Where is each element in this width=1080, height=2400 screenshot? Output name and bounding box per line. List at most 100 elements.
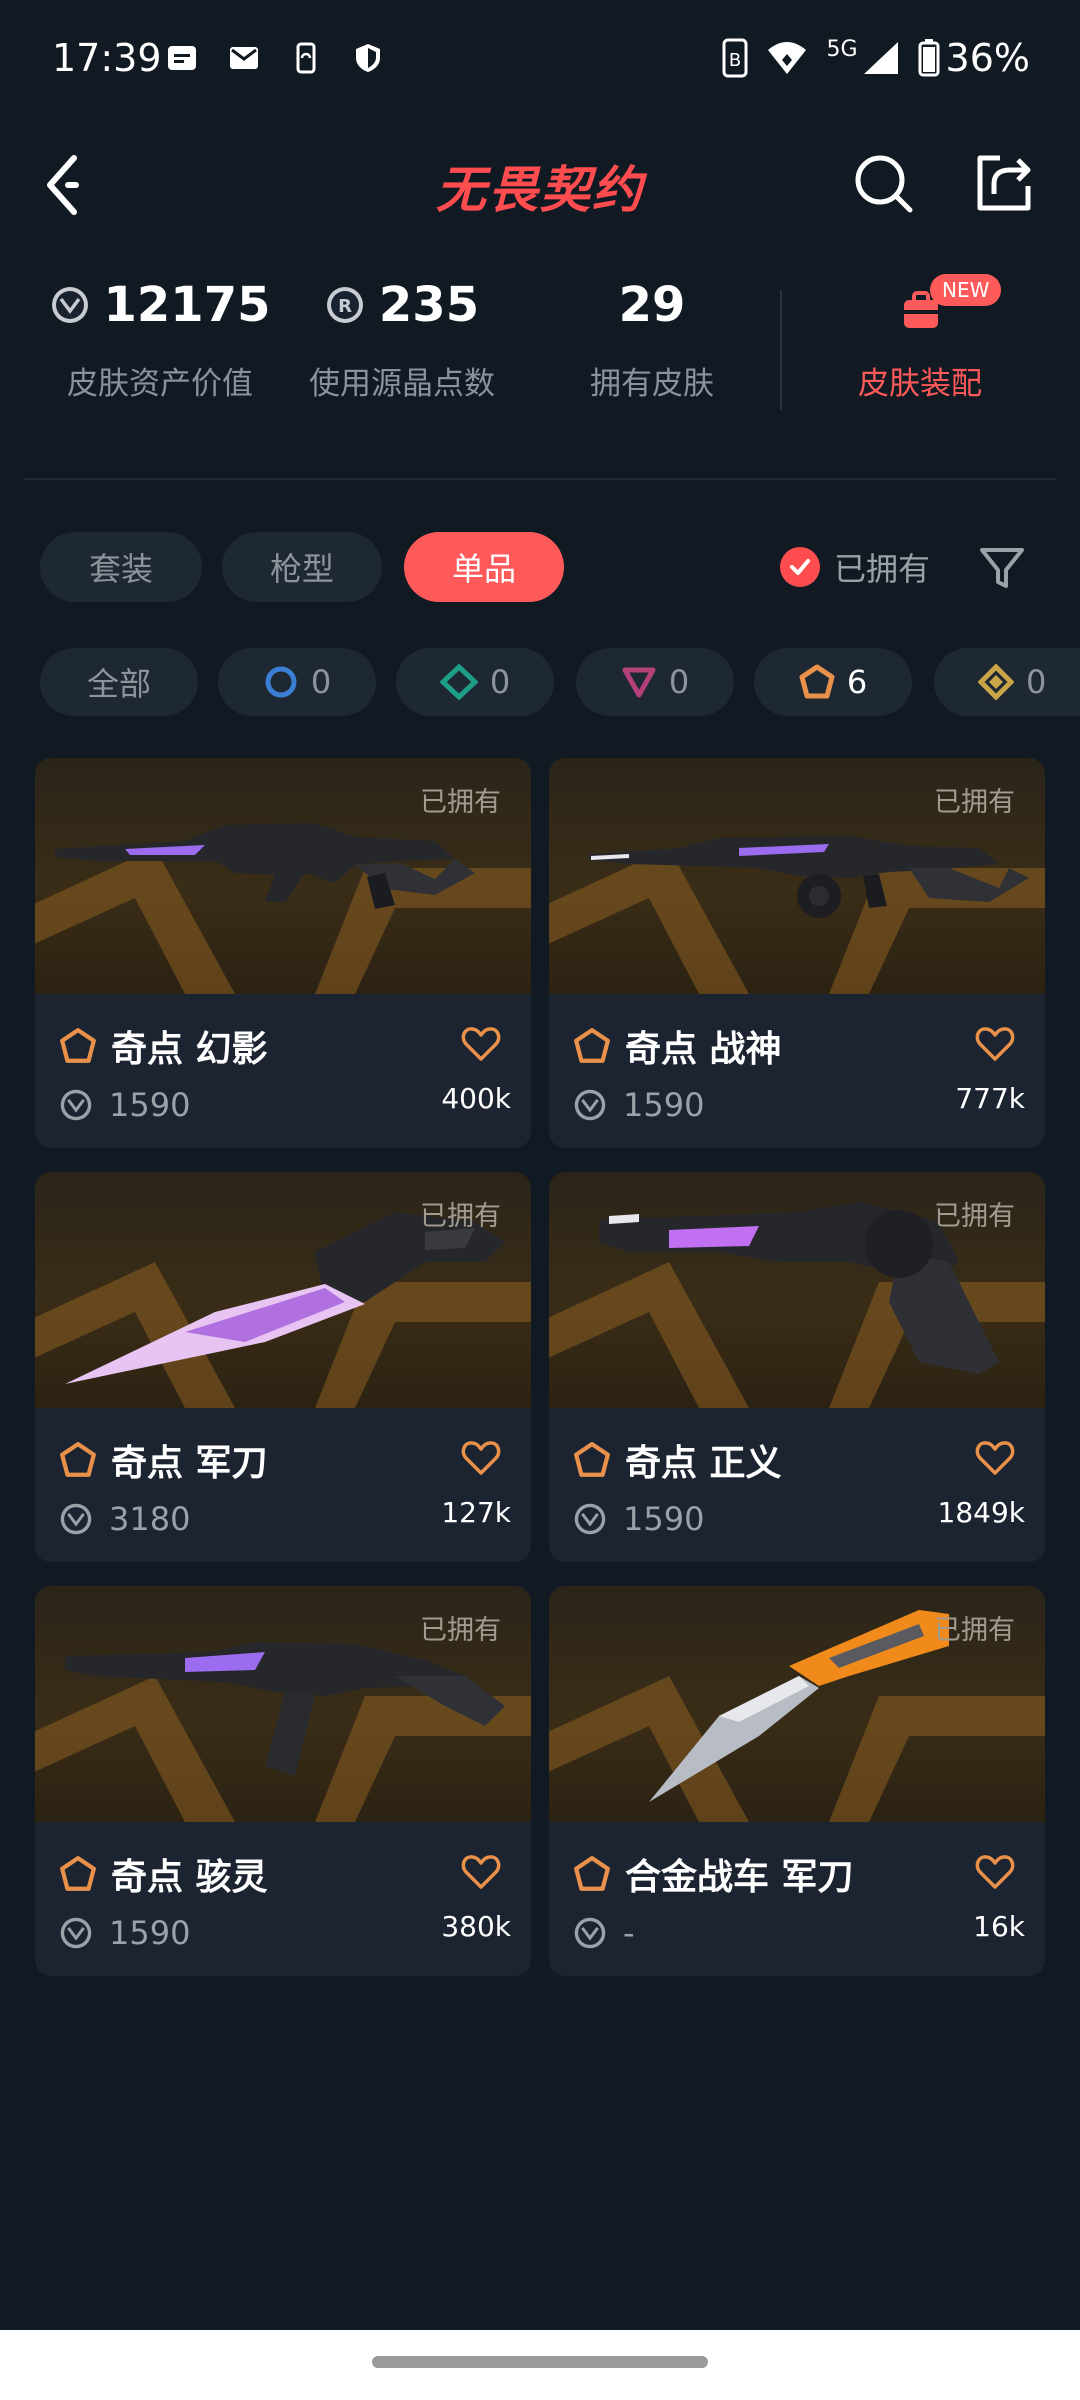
skin-loadout-button[interactable]: NEW 皮肤装配 [800, 270, 1040, 403]
exclusive-tier-icon [60, 1856, 96, 1891]
item-price: 3180 [109, 1500, 191, 1538]
like-count: 777k [955, 1082, 1025, 1115]
tab-single-item[interactable]: 单品 [404, 532, 564, 602]
owned-label: 已拥有 [934, 787, 1015, 818]
search-icon[interactable] [850, 150, 918, 218]
signal-icon [863, 42, 898, 74]
chip-count: 0 [1026, 663, 1047, 701]
heart-icon[interactable] [461, 1024, 501, 1064]
item-card[interactable]: 已拥有 奇点 正义 1590 1849k [549, 1172, 1045, 1562]
chip-count: 0 [668, 663, 690, 701]
stat-label: 皮肤资产价值 [67, 366, 253, 402]
item-card[interactable]: 已拥有 奇点 幻影 1590 400k [35, 758, 531, 1148]
wifi-icon [768, 42, 807, 74]
vp-coin-icon [574, 1917, 606, 1949]
item-name: 奇点 军刀 [111, 1443, 268, 1484]
vp-coin-icon [51, 287, 88, 323]
vp-coin-icon [60, 1089, 92, 1121]
stat-value: 235 [378, 277, 480, 333]
mail-icon [230, 47, 258, 69]
message-icon [168, 46, 196, 70]
rarity-filter-exclusive[interactable]: 6 [754, 648, 912, 716]
owned-checkbox[interactable]: 已拥有 [780, 532, 930, 602]
status-bar: 17:39 B 5G 36% [0, 0, 1080, 120]
filter-icon[interactable] [978, 544, 1026, 592]
item-price: 1590 [623, 1500, 705, 1538]
item-price: - [623, 1914, 635, 1952]
share-icon[interactable] [970, 148, 1038, 216]
heart-icon[interactable] [975, 1852, 1015, 1892]
app-header: 无畏契约 [0, 130, 1080, 240]
status-right: B 5G 36% [722, 36, 1030, 80]
stat-owned-skins: 29 拥有皮肤 [522, 270, 782, 403]
tab-bundle[interactable]: 套装 [40, 532, 202, 602]
chip-count: 0 [310, 663, 332, 701]
item-image: 已拥有 [35, 1586, 531, 1822]
rarity-filter-ultra[interactable]: 0 [934, 648, 1080, 716]
phone-sync-icon [296, 42, 316, 74]
deluxe-tier-icon [439, 664, 478, 700]
vp-coin-icon [574, 1503, 606, 1535]
home-gesture-handle[interactable] [372, 2356, 708, 2368]
stat-label: 使用源晶点数 [309, 366, 495, 402]
heart-icon[interactable] [975, 1024, 1015, 1064]
item-card[interactable]: 已拥有 奇点 战神 1590 777k [549, 758, 1045, 1148]
owned-label: 已拥有 [420, 1615, 501, 1646]
like-count: 16k [973, 1910, 1025, 1943]
owned-label: 已拥有 [420, 787, 501, 818]
tab-weapon-type[interactable]: 枪型 [222, 532, 382, 602]
shield-icon [356, 44, 380, 72]
lmg-skin-icon [589, 836, 1029, 918]
item-price: 1590 [623, 1086, 705, 1124]
rarity-filter-premium[interactable]: 0 [576, 648, 734, 716]
vp-coin-icon [60, 1503, 92, 1535]
owned-label: 已拥有 [420, 1201, 501, 1232]
select-tier-icon [265, 666, 297, 698]
smg-skin-icon [65, 1642, 505, 1776]
item-name: 奇点 战神 [625, 1029, 782, 1070]
item-card[interactable]: 已拥有 奇点 骇灵 1590 380k [35, 1586, 531, 1976]
rarity-filter-all[interactable]: 全部 [40, 648, 198, 716]
chip-label: 全部 [86, 665, 151, 703]
radianite-icon: R [326, 287, 363, 323]
chip-count: 6 [846, 663, 868, 701]
like-count: 400k [441, 1082, 511, 1115]
owned-checkbox-label: 已拥有 [834, 550, 931, 588]
exclusive-tier-icon [60, 1442, 96, 1477]
rifle-skin-icon [55, 823, 475, 909]
like-count: 380k [441, 1910, 511, 1943]
rarity-filter-deluxe[interactable]: 0 [396, 648, 554, 716]
heart-icon[interactable] [975, 1438, 1015, 1478]
vp-coin-icon [574, 1089, 606, 1121]
battery-icon [918, 39, 940, 77]
rarity-filter-select[interactable]: 0 [218, 648, 376, 716]
battery-group: 36% [918, 36, 1030, 80]
status-time: 17:39 [52, 36, 162, 80]
item-image: 已拥有 [549, 1172, 1045, 1408]
premium-tier-icon [622, 667, 656, 698]
stat-value: 29 [618, 277, 686, 333]
item-price: 1590 [109, 1086, 191, 1124]
item-image: 已拥有 [35, 1172, 531, 1408]
item-image: 已拥有 [35, 758, 531, 994]
ultra-tier-icon [978, 664, 1014, 700]
item-name: 合金战车 军刀 [625, 1857, 854, 1898]
loadout-label: 皮肤装配 [858, 366, 982, 402]
stat-value: 12175 [103, 277, 271, 333]
network-type: 5G [826, 37, 858, 62]
svg-text:B: B [729, 50, 741, 71]
exclusive-tier-icon [574, 1442, 610, 1477]
item-card[interactable]: 已拥有 合金战车 军刀 - 16k [549, 1586, 1045, 1976]
exclusive-tier-icon [60, 1028, 96, 1063]
item-name: 奇点 幻影 [111, 1029, 268, 1070]
svg-text:R: R [338, 296, 352, 317]
signal-group: 5G [826, 37, 899, 76]
item-image: 已拥有 [549, 1586, 1045, 1822]
heart-icon[interactable] [461, 1852, 501, 1892]
owned-label: 已拥有 [934, 1201, 1015, 1232]
owned-label: 已拥有 [934, 1615, 1015, 1646]
heart-icon[interactable] [461, 1438, 501, 1478]
item-card[interactable]: 已拥有 奇点 军刀 3180 127k [35, 1172, 531, 1562]
asset-stats: 12175 皮肤资产价值 R 235 使用源晶点数 29 拥有皮肤 NEW 皮肤… [0, 270, 1080, 430]
item-name: 奇点 正义 [625, 1443, 782, 1484]
